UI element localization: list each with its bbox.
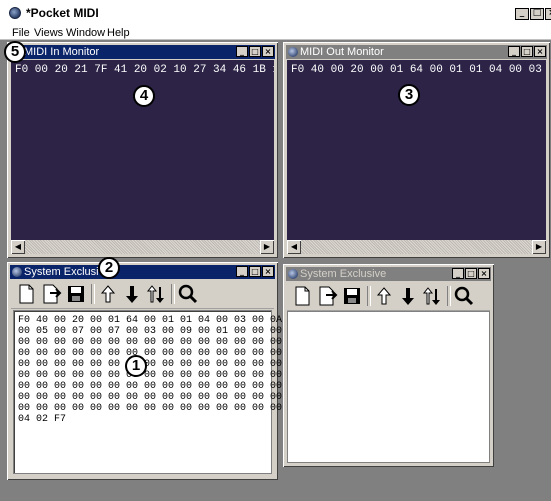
magnifier-icon[interactable] (453, 285, 475, 307)
save-icon[interactable] (341, 285, 363, 307)
app-icon[interactable] (9, 7, 21, 19)
callout-2: 2 (98, 257, 120, 279)
maximize-button[interactable]: □ (249, 266, 261, 277)
midi-in-caption[interactable]: MIDI In Monitor _ □ × (10, 45, 275, 59)
sysex-line: 00 00 00 00 00 00 00 00 00 00 00 00 00 0… (18, 392, 283, 403)
magnifier-icon[interactable] (177, 283, 199, 305)
open-file-icon[interactable] (41, 283, 63, 305)
sysex-toolbar (287, 282, 490, 311)
window-icon[interactable] (288, 269, 298, 279)
arrow-down-icon[interactable] (121, 283, 143, 305)
toolbar-separator (367, 286, 371, 306)
arrow-updown-icon[interactable] (421, 285, 443, 307)
save-icon[interactable] (65, 283, 87, 305)
sysex-window-right[interactable]: System Exclusive _ □ × (282, 263, 495, 468)
callout-5: 5 (4, 41, 26, 63)
minimize-button[interactable]: _ (452, 268, 464, 279)
arrow-updown-icon[interactable] (145, 283, 167, 305)
sysex-line: 00 00 00 00 00 00 00 00 00 00 00 00 00 0… (18, 337, 283, 348)
arrow-up-icon[interactable] (373, 285, 395, 307)
toolbar-separator (91, 284, 95, 304)
maximize-button[interactable]: □ (530, 8, 544, 20)
midi-in-hex-data: F0 00 20 21 7F 41 20 02 10 27 34 46 1B 1… (15, 64, 274, 76)
midi-out-hex-data: F0 40 00 20 00 01 64 00 01 01 04 00 03 0… (291, 64, 542, 76)
minimize-button[interactable]: _ (236, 46, 248, 57)
sysex-line: F0 40 00 20 00 01 64 00 01 01 04 00 03 0… (18, 315, 283, 326)
menu-file[interactable]: File (12, 27, 30, 39)
minimize-button[interactable]: _ (236, 266, 248, 277)
toolbar-separator (171, 284, 175, 304)
maximize-button[interactable]: □ (465, 268, 477, 279)
toolbar-separator (447, 286, 451, 306)
close-button[interactable]: × (262, 266, 274, 277)
callout-3: 3 (398, 84, 420, 106)
midi-out-title: MIDI Out Monitor (300, 46, 384, 58)
scroll-right-icon[interactable]: ▶ (260, 240, 274, 254)
scroll-left-icon[interactable]: ◀ (287, 240, 301, 254)
close-button[interactable]: × (478, 268, 490, 279)
close-button[interactable]: × (545, 8, 551, 20)
menu-help[interactable]: Help (107, 27, 130, 39)
horizontal-scrollbar[interactable]: ◀ ▶ (11, 240, 274, 254)
minimize-button[interactable]: _ (515, 8, 529, 20)
sysex-line: 00 05 00 07 00 07 00 03 00 09 00 01 00 0… (18, 326, 283, 337)
menu-window[interactable]: Window (66, 27, 105, 39)
app-titlebar[interactable]: *Pocket MIDI _ □ × (0, 0, 551, 26)
sysex-line: 00 00 00 00 00 00 00 00 00 00 00 00 00 0… (18, 381, 283, 392)
window-icon[interactable] (288, 47, 298, 57)
horizontal-scrollbar[interactable]: ◀ ▶ (287, 240, 546, 254)
scroll-right-icon[interactable]: ▶ (532, 240, 546, 254)
window-icon[interactable] (12, 267, 22, 277)
maximize-button[interactable]: □ (249, 46, 261, 57)
open-file-icon[interactable] (317, 285, 339, 307)
sysex-left-caption[interactable]: System Exclusive _ □ × (10, 265, 275, 279)
sysex-toolbar (11, 280, 274, 309)
arrow-up-icon[interactable] (97, 283, 119, 305)
sysex-line: 00 00 00 00 00 00 00 00 00 00 00 00 00 0… (18, 403, 283, 414)
maximize-button[interactable]: □ (521, 46, 533, 57)
callout-1: 1 (125, 355, 147, 377)
midi-in-title: MIDI In Monitor (24, 46, 100, 58)
menu-bar: File Views Window Help (0, 26, 551, 40)
midi-out-monitor-window[interactable]: MIDI Out Monitor _ □ × F0 40 00 20 00 01… (282, 41, 551, 259)
arrow-down-icon[interactable] (397, 285, 419, 307)
midi-in-monitor-window[interactable]: MIDI In Monitor _ □ × F0 00 20 21 7F 41 … (6, 41, 279, 259)
app-title: *Pocket MIDI (26, 6, 99, 20)
sysex-right-title: System Exclusive (300, 268, 387, 280)
sysex-data-area[interactable]: F0 40 00 20 00 01 64 00 01 01 04 00 03 0… (13, 310, 282, 474)
midi-out-caption[interactable]: MIDI Out Monitor _ □ × (286, 45, 547, 59)
scroll-left-icon[interactable]: ◀ (11, 240, 25, 254)
minimize-button[interactable]: _ (508, 46, 520, 57)
new-file-icon[interactable] (15, 283, 37, 305)
sysex-line: 00 00 00 00 00 00 00 00 00 00 00 00 00 0… (18, 370, 283, 381)
callout-4: 4 (133, 85, 155, 107)
menu-views[interactable]: Views (34, 27, 63, 39)
sysex-line: 00 00 00 00 00 00 00 00 00 00 00 00 00 0… (18, 348, 283, 359)
sysex-right-caption[interactable]: System Exclusive _ □ × (286, 267, 491, 281)
sysex-line: 00 00 00 00 00 00 00 00 00 00 00 00 00 0… (18, 359, 283, 370)
sysex-data-area[interactable] (287, 311, 490, 463)
close-button[interactable]: × (262, 46, 274, 57)
close-button[interactable]: × (534, 46, 546, 57)
sysex-line: 04 02 F7 (18, 414, 67, 425)
new-file-icon[interactable] (291, 285, 313, 307)
